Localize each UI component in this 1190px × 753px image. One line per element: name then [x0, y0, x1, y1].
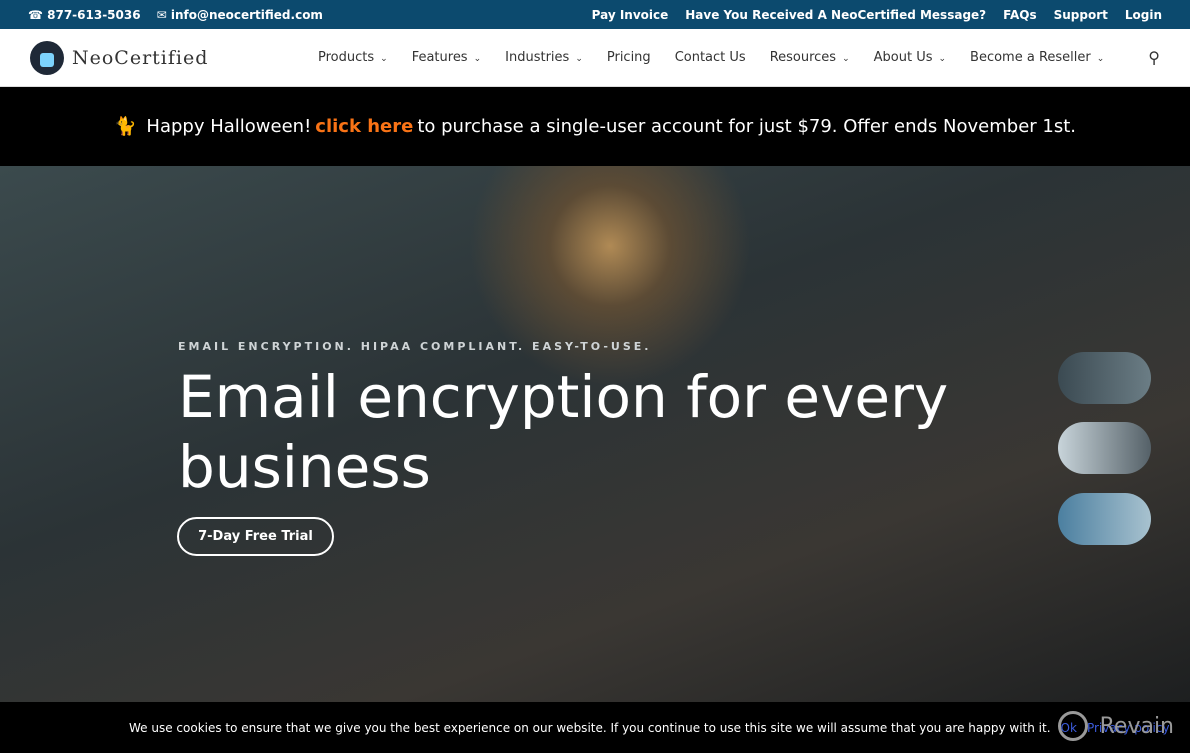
lock-icon: [30, 40, 64, 75]
chevron-down-icon: ⌄: [380, 54, 388, 64]
hero-title: Email encryption for every business: [178, 363, 949, 501]
chevron-down-icon: ⌄: [575, 54, 583, 64]
phone-number: 877-613-5036: [47, 7, 141, 22]
nav-label: About Us: [873, 50, 933, 65]
faqs-link[interactable]: FAQs: [1003, 8, 1036, 22]
nav-about[interactable]: About Us ⌄: [874, 50, 946, 65]
slide-thumbnail[interactable]: [1058, 493, 1151, 545]
email-link[interactable]: ✉ info@neocertified.com: [157, 8, 323, 22]
logo[interactable]: NeoCertified: [30, 40, 209, 75]
nav-label: Industries: [505, 50, 570, 65]
nav-industries[interactable]: Industries ⌄: [505, 50, 583, 65]
nav-label: Products: [318, 50, 375, 65]
nav-contact[interactable]: Contact Us: [675, 50, 746, 65]
nav-products[interactable]: Products ⌄: [318, 50, 388, 65]
nav-pricing[interactable]: Pricing: [607, 50, 651, 65]
free-trial-button[interactable]: 7-Day Free Trial: [177, 517, 334, 556]
main-nav: NeoCertified Products ⌄ Features ⌄ Industr…: [0, 29, 1190, 87]
hero-eyebrow: EMAIL ENCRYPTION. HIPAA COMPLIANT. EASY-…: [178, 340, 652, 353]
slide-thumbnail[interactable]: [1058, 422, 1151, 474]
email-address: info@neocertified.com: [170, 7, 323, 22]
nav-features[interactable]: Features ⌄: [412, 50, 481, 65]
slide-thumbnail[interactable]: [1058, 352, 1151, 404]
magnifier-icon: [1057, 711, 1088, 741]
promo-link[interactable]: click here: [315, 116, 413, 137]
nav-label: Features: [411, 50, 468, 65]
support-link[interactable]: Support: [1054, 8, 1108, 22]
login-link[interactable]: Login: [1125, 8, 1162, 22]
search-icon[interactable]: ⚲: [1148, 48, 1160, 67]
promo-text: Happy Halloween!: [146, 116, 312, 137]
chevron-down-icon: ⌄: [842, 54, 850, 64]
pay-invoice-link[interactable]: Pay Invoice: [592, 8, 669, 22]
chevron-down-icon: ⌄: [938, 54, 947, 64]
hero: EMAIL ENCRYPTION. HIPAA COMPLIANT. EASY-…: [0, 166, 1190, 702]
chevron-down-icon: ⌄: [1096, 54, 1105, 64]
cat-icon: 🐈: [114, 116, 137, 137]
nav-label: Become a Reseller: [970, 50, 1091, 65]
received-message-link[interactable]: Have You Received A NeoCertified Message…: [685, 8, 986, 22]
promo-banner: 🐈 Happy Halloween! click here to purchas…: [0, 87, 1190, 166]
promo-text-end: to purchase a single-user account for ju…: [417, 116, 1076, 137]
cookie-banner: We use cookies to ensure that we give yo…: [0, 702, 1190, 753]
cookie-text: We use cookies to ensure that we give yo…: [129, 720, 1051, 735]
nav-reseller[interactable]: Become a Reseller ⌄: [970, 50, 1104, 65]
logo-text: NeoCertified: [72, 46, 209, 69]
nav-label: Resources: [769, 50, 837, 65]
watermark-text: Revain: [1099, 713, 1174, 739]
phone-link[interactable]: ☎ 877-613-5036: [28, 8, 141, 22]
revain-watermark: Revain: [1057, 711, 1174, 741]
nav-resources[interactable]: Resources ⌄: [770, 50, 850, 65]
top-bar: ☎ 877-613-5036 ✉ info@neocertified.com P…: [0, 0, 1190, 29]
chevron-down-icon: ⌄: [473, 54, 482, 64]
